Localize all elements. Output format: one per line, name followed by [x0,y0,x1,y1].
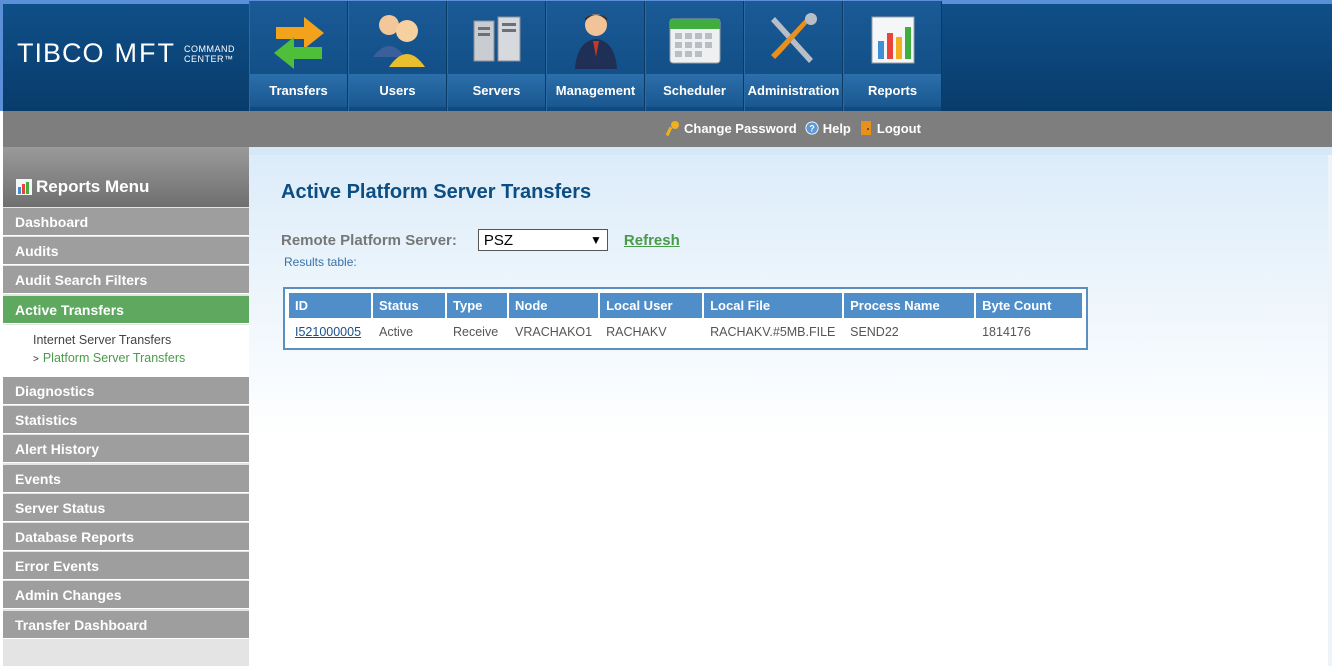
logo-product: MFT [114,38,176,68]
nav-users[interactable]: Users [348,1,447,111]
column-header-status[interactable]: Status [373,293,445,318]
main-content: Active Platform Server Transfers Remote … [249,155,1332,666]
nav-transfers[interactable]: Transfers [249,1,348,111]
logout-door-icon [860,121,871,135]
column-header-local-user[interactable]: Local User [600,293,703,318]
sidebar: Reports Menu Dashboard Audits Audit Sear… [3,147,249,666]
users-icon [372,15,425,67]
submenu-platform-server-transfers[interactable]: > Platform Server Transfers [33,351,185,365]
nav-transfers-label: Transfers [250,74,347,107]
column-header-process-name[interactable]: Process Name [844,293,975,318]
tibco-logo: TIBCO MFT COMMAND CENTER™ [17,38,235,69]
sidebar-item-audit-search-filters[interactable]: Audit Search Filters [3,266,249,294]
nav-users-label: Users [349,74,446,107]
reports-menu-icon [16,179,32,195]
help-link[interactable]: ? Help [805,120,851,136]
sidebar-item-diagnostics[interactable]: Diagnostics [3,377,249,405]
bar-chart-icon [871,16,914,64]
nav-scheduler-label: Scheduler [646,74,743,107]
refresh-link[interactable]: Refresh [624,232,680,249]
nav-reports-label: Reports [844,74,941,107]
top-links: Change Password ? Help Logout [666,120,929,136]
remote-server-select[interactable]: PSZ ▼ [477,229,608,251]
logo-brand: TIBCO [17,38,105,68]
help-label: Help [822,120,851,136]
content-top-bar [249,147,1332,155]
servers-icon [473,16,520,62]
calendar-icon [669,18,720,64]
remote-server-row: Remote Platform Server: PSZ ▼ Refresh [281,229,680,251]
nav-reports[interactable]: Reports [843,1,942,111]
nav-scheduler[interactable]: Scheduler [645,1,744,111]
svg-text:?: ? [809,124,814,134]
help-icon: ? [805,121,819,135]
sidebar-title: Reports Menu [36,177,150,196]
sidebar-item-active-transfers[interactable]: Active Transfers [3,296,249,324]
results-caption: Results table: [284,255,357,269]
sidebar-header: Reports Menu [3,147,249,207]
cell-local-file: RACHAKV.#5MB.FILE [710,325,836,339]
submenu-platform-server-transfers-label: Platform Server Transfers [42,351,186,365]
results-table: ID Status Type Node Local User Local Fil… [283,287,1089,350]
submenu-internet-server-transfers[interactable]: Internet Server Transfers [33,333,171,347]
logo-sub-line2: CENTER™ [184,53,234,64]
sidebar-item-audits[interactable]: Audits [3,237,249,265]
column-header-local-file[interactable]: Local File [704,293,843,318]
logo-sub-line1: COMMAND [184,43,235,54]
nav-servers-label: Servers [448,74,545,107]
cell-status: Active [379,325,414,339]
main-nav: Transfers Users Servers Management Sched… [249,1,942,111]
nav-administration[interactable]: Administration [744,1,843,111]
chevron-right-icon: > [33,354,39,365]
column-header-type[interactable]: Type [447,293,507,318]
cell-byte-count: 1814176 [982,325,1031,339]
logo-sub: COMMAND CENTER™ [184,44,235,64]
remote-server-label: Remote Platform Server: [281,231,457,249]
key-icon [666,121,679,136]
nav-servers[interactable]: Servers [447,1,546,111]
scrollbar[interactable] [1328,155,1332,666]
cell-id[interactable]: I521000005 [289,320,371,344]
cell-type: Receive [453,325,499,339]
column-header-node[interactable]: Node [509,293,599,318]
transfer-id-link[interactable]: I521000005 [295,325,361,339]
management-person-icon [574,14,617,69]
table-header-row: ID Status Type Node Local User Local Fil… [289,293,1083,318]
sidebar-item-database-reports[interactable]: Database Reports [3,523,249,551]
logout-label: Logout [876,120,921,136]
active-transfers-submenu: Internet Server Transfers > Platform Serv… [3,325,249,377]
logout-link[interactable]: Logout [859,120,921,136]
sidebar-item-statistics[interactable]: Statistics [3,406,249,434]
cell-node: VRACHAKO1 [515,325,593,339]
sidebar-item-events[interactable]: Events [3,465,249,493]
sidebar-item-admin-changes[interactable]: Admin Changes [3,581,249,609]
nav-administration-label: Administration [745,74,842,107]
table-row: I521000005 Active Receive VRACHAKO1 RACH… [289,320,1082,344]
cell-local-user: RACHAKV [606,325,667,339]
change-password-label: Change Password [684,120,797,136]
dropdown-arrow-icon: ▼ [590,233,602,247]
change-password-link[interactable]: Change Password [666,120,797,136]
sidebar-item-transfer-dashboard[interactable]: Transfer Dashboard [3,611,249,639]
nav-management-label: Management [547,74,644,107]
nav-management[interactable]: Management [546,1,645,111]
cell-process-name: SEND22 [850,325,899,339]
sidebar-item-server-status[interactable]: Server Status [3,494,249,522]
column-header-id[interactable]: ID [289,293,371,318]
column-header-byte-count[interactable]: Byte Count [976,293,1083,318]
sidebar-item-dashboard[interactable]: Dashboard [3,208,249,236]
sidebar-item-error-events[interactable]: Error Events [3,552,249,580]
transfers-arrows-icon [273,17,324,69]
tools-icon [770,13,817,63]
page-title: Active Platform Server Transfers [281,181,592,203]
remote-server-value: PSZ [483,231,514,249]
sidebar-item-alert-history[interactable]: Alert History [3,435,249,463]
